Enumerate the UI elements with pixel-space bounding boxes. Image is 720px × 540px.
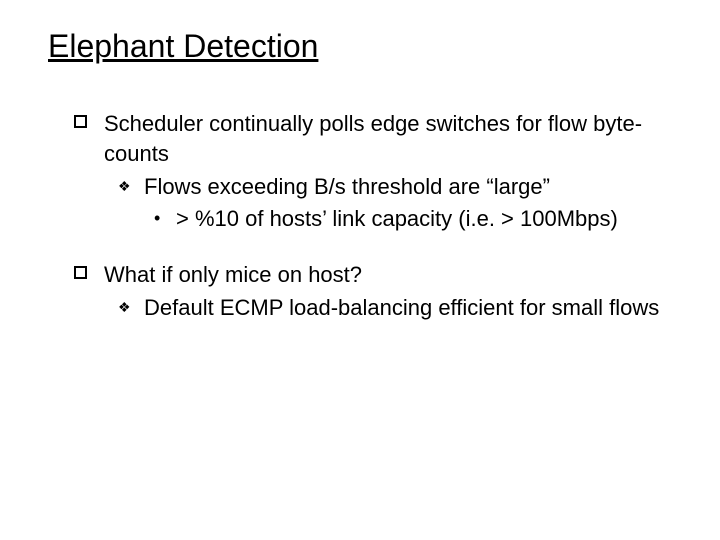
bullet-text: Scheduler continually polls edge switche… <box>104 111 642 166</box>
bullet-text: What if only mice on host? <box>104 262 362 287</box>
list-item: Flows exceeding B/s threshold are “large… <box>118 172 680 233</box>
bullet-text: Flows exceeding B/s threshold are “large… <box>144 174 550 199</box>
list-item: > %10 of hosts’ link capacity (i.e. > 10… <box>154 204 680 234</box>
list-item: Scheduler continually polls edge switche… <box>74 109 680 234</box>
slide-title: Elephant Detection <box>48 28 680 65</box>
sub-list: Default ECMP load-balancing efficient fo… <box>118 293 680 323</box>
list-item: What if only mice on host? Default ECMP … <box>74 260 680 323</box>
list-item: Default ECMP load-balancing efficient fo… <box>118 293 680 323</box>
sub-sub-list: > %10 of hosts’ link capacity (i.e. > 10… <box>154 204 680 234</box>
slide: Elephant Detection Scheduler continually… <box>0 0 720 540</box>
bullet-list: Scheduler continually polls edge switche… <box>74 109 680 323</box>
sub-list: Flows exceeding B/s threshold are “large… <box>118 172 680 233</box>
bullet-text: Default ECMP load-balancing efficient fo… <box>144 295 659 320</box>
bullet-text: > %10 of hosts’ link capacity (i.e. > 10… <box>176 206 618 231</box>
